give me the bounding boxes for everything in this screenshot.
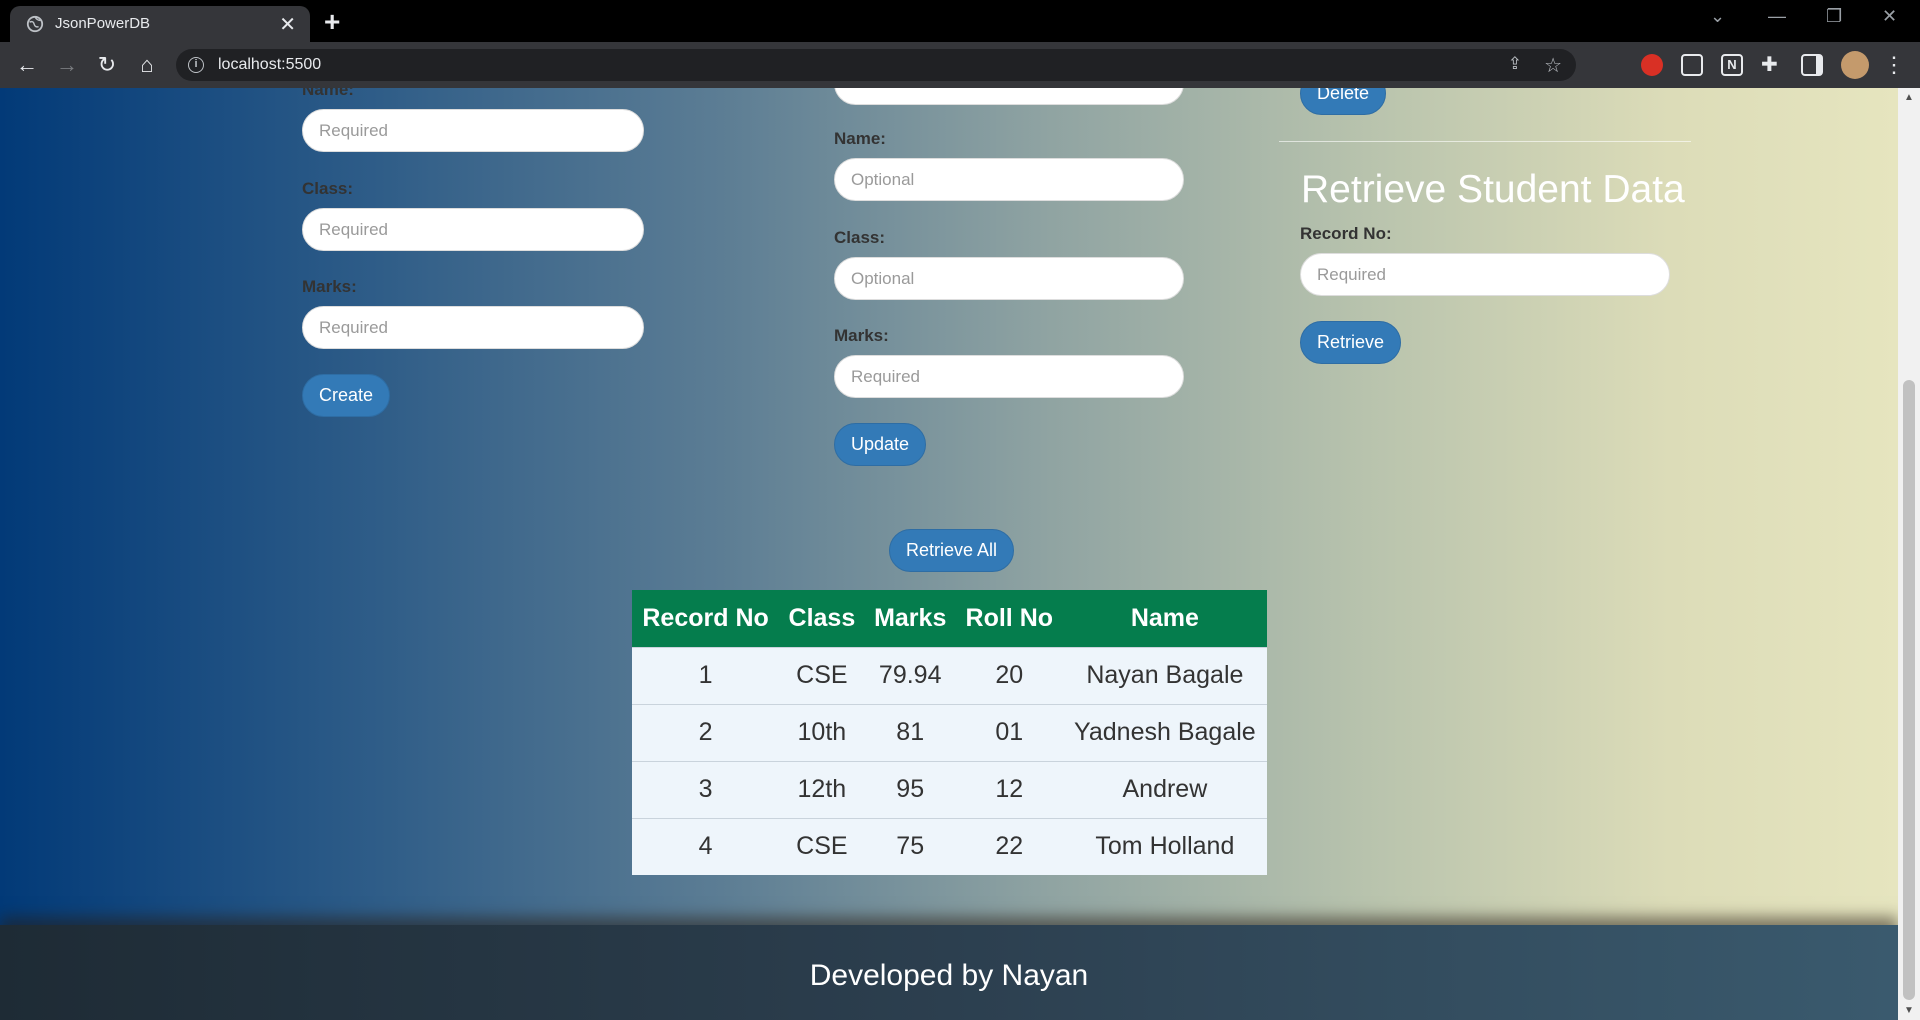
update-roll-input[interactable] xyxy=(834,88,1184,105)
extension-red-icon[interactable] xyxy=(1641,54,1663,76)
page-viewport: Name: Class: Marks: Create Name: Class: … xyxy=(0,88,1898,1020)
share-icon[interactable]: ⇪ xyxy=(1508,54,1522,74)
update-class-input[interactable] xyxy=(834,257,1184,300)
create-button[interactable]: Create xyxy=(302,374,391,417)
column-header: Name xyxy=(1062,590,1267,647)
update-marks-label: Marks: xyxy=(834,326,889,345)
site-info-icon[interactable]: i xyxy=(188,57,204,73)
home-icon[interactable]: ⌂ xyxy=(133,51,161,79)
table-cell: Tom Holland xyxy=(1062,817,1267,875)
table-cell: CSE xyxy=(779,817,865,875)
browser-tab[interactable]: JsonPowerDB ✕ xyxy=(10,6,310,42)
create-name-input[interactable] xyxy=(302,109,644,152)
column-header: Record No xyxy=(632,590,780,647)
table-row: 1 CSE 79.94 20 Nayan Bagale xyxy=(632,646,1267,704)
section-divider xyxy=(1279,141,1691,142)
tab-close-icon[interactable]: ✕ xyxy=(279,12,296,37)
table-cell: 12th xyxy=(779,760,865,818)
table-cell: 12 xyxy=(955,760,1063,818)
table-cell: 01 xyxy=(955,703,1063,761)
table-cell: 2 xyxy=(632,703,780,761)
url-text[interactable]: localhost:5500 xyxy=(218,56,321,74)
update-name-label: Name: xyxy=(834,129,886,148)
scroll-down-icon[interactable]: ▼ xyxy=(1904,1005,1914,1016)
create-marks-input[interactable] xyxy=(302,306,644,349)
create-marks-label: Marks: xyxy=(302,277,357,296)
table-row: 4 CSE 75 22 Tom Holland xyxy=(632,817,1267,875)
create-class-input[interactable] xyxy=(302,208,644,251)
bookmark-star-icon[interactable]: ☆ xyxy=(1544,53,1562,78)
browser-menu-icon[interactable]: ⋮ xyxy=(1880,51,1908,79)
globe-icon xyxy=(26,15,44,33)
table-cell: CSE xyxy=(779,646,865,704)
new-tab-button[interactable]: + xyxy=(324,6,340,38)
retrieve-record-input[interactable] xyxy=(1300,253,1670,296)
table-cell: 75 xyxy=(864,817,956,875)
table-header-row: Record No Class Marks Roll No Name xyxy=(632,590,1267,647)
table-cell: 4 xyxy=(632,817,780,875)
column-header: Marks xyxy=(864,590,956,647)
scrollbar-thumb[interactable] xyxy=(1903,380,1915,1000)
footer-text: Developed by Nayan xyxy=(809,959,1089,992)
delete-button[interactable]: Delete xyxy=(1300,88,1387,115)
retrieve-section-title: Retrieve Student Data xyxy=(1301,168,1685,211)
table-cell: 20 xyxy=(955,646,1063,704)
table-cell: Andrew xyxy=(1062,760,1267,818)
restore-icon[interactable]: ❐ xyxy=(1826,6,1842,27)
table-cell: 81 xyxy=(864,703,956,761)
retrieve-button[interactable]: Retrieve xyxy=(1300,321,1402,364)
update-name-input[interactable] xyxy=(834,158,1184,201)
student-table: Record No Class Marks Roll No Name 1 CSE… xyxy=(632,590,1267,875)
table-cell: 95 xyxy=(864,760,956,818)
update-marks-input[interactable] xyxy=(834,355,1184,398)
table-cell: 1 xyxy=(632,646,780,704)
tab-search-icon[interactable]: ⌄ xyxy=(1710,6,1725,27)
update-class-label: Class: xyxy=(834,228,886,247)
minimize-icon[interactable]: — xyxy=(1768,6,1786,27)
back-icon[interactable]: ← xyxy=(13,51,41,79)
page-scrollbar[interactable]: ▲ ▼ xyxy=(1898,88,1920,1020)
page-footer: Developed by Nayan xyxy=(0,925,1898,1020)
browser-toolbar: ← → ↻ ⌂ i localhost:5500 ⇪ ☆ N ✚ ⋮ xyxy=(0,42,1920,88)
table-cell: 3 xyxy=(632,760,780,818)
profile-avatar[interactable] xyxy=(1841,51,1869,79)
extensions-puzzle-icon[interactable]: ✚ xyxy=(1761,54,1783,76)
extension-window-icon[interactable] xyxy=(1681,54,1703,76)
side-panel-icon[interactable] xyxy=(1801,54,1823,76)
table-row: 3 12th 95 12 Andrew xyxy=(632,760,1267,818)
table-row: 2 10th 81 01 Yadnesh Bagale xyxy=(632,703,1267,761)
column-header: Class xyxy=(779,590,865,647)
update-button[interactable]: Update xyxy=(834,423,927,466)
retrieve-all-button[interactable]: Retrieve All xyxy=(889,529,1015,572)
browser-tab-strip: JsonPowerDB ✕ + ⌄ — ❐ ✕ xyxy=(0,0,1920,42)
address-bar[interactable]: i localhost:5500 ⇪ ☆ xyxy=(176,49,1576,81)
create-name-label: Name: xyxy=(302,88,354,99)
create-class-label: Class: xyxy=(302,179,354,198)
table-cell: Yadnesh Bagale xyxy=(1062,703,1267,761)
table-cell: 22 xyxy=(955,817,1063,875)
table-cell: 10th xyxy=(779,703,865,761)
scroll-up-icon[interactable]: ▲ xyxy=(1904,92,1914,103)
notion-icon[interactable]: N xyxy=(1721,54,1743,76)
tab-title: JsonPowerDB xyxy=(55,15,151,32)
table-cell: Nayan Bagale xyxy=(1062,646,1267,704)
forward-icon[interactable]: → xyxy=(53,51,81,79)
column-header: Roll No xyxy=(955,590,1063,647)
retrieve-record-label: Record No: xyxy=(1300,224,1392,243)
reload-icon[interactable]: ↻ xyxy=(93,51,121,79)
table-cell: 79.94 xyxy=(864,646,956,704)
close-window-icon[interactable]: ✕ xyxy=(1882,6,1897,27)
